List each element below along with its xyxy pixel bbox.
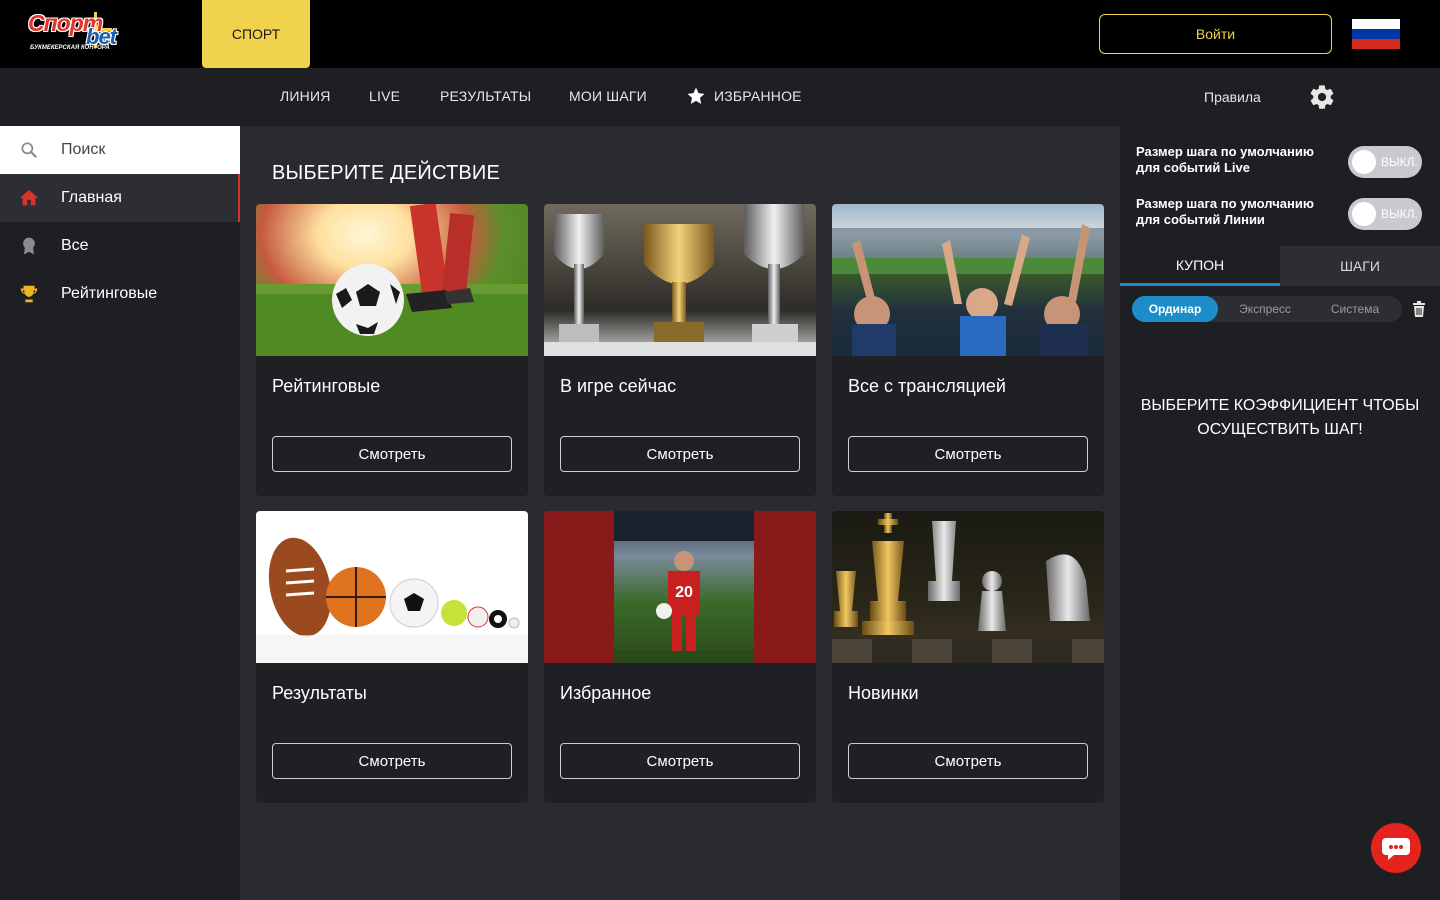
segment-express[interactable]: Экспресс: [1222, 296, 1308, 322]
trash-icon[interactable]: [1412, 300, 1426, 318]
card-new[interactable]: Новинки Смотреть: [832, 511, 1104, 803]
balls-scene-art: [256, 537, 528, 663]
slip-tabs: КУПОН ШАГИ: [1120, 246, 1440, 286]
tab-bets[interactable]: ШАГИ: [1280, 246, 1440, 286]
card-live-now[interactable]: В игре сейчас Смотреть: [544, 204, 816, 496]
trophies-image: [544, 204, 816, 356]
card-view-button[interactable]: Смотреть: [272, 436, 512, 472]
toggle-live-default-step[interactable]: ВЫКЛ.: [1348, 146, 1422, 178]
toggle-row-line: Размер шага по умолчанию для событий Лин…: [1136, 196, 1426, 236]
player-scene-art: 20: [544, 511, 816, 663]
toggle-state: ВЫКЛ.: [1381, 155, 1418, 169]
flag-stripe-blue: [1352, 29, 1400, 39]
soccer-scene-art: [256, 204, 528, 356]
stadium-scene-art: [832, 224, 1104, 356]
card-favorites[interactable]: 20 Избранное Смотреть: [544, 511, 816, 803]
card-title: Новинки: [848, 683, 919, 703]
card-title: Избранное: [560, 683, 652, 703]
gear-icon[interactable]: [1308, 83, 1336, 111]
stadium-fans-image: [832, 204, 1104, 356]
bet-slip-panel: Размер шага по умолчанию для событий Liv…: [1120, 126, 1440, 900]
sidebar-item-label: Главная: [61, 189, 122, 206]
home-icon: [18, 187, 40, 209]
page-title: ВЫБЕРИТЕ ДЕЙСТВИЕ: [272, 162, 501, 184]
card-title: Рейтинговые: [272, 376, 381, 396]
chess-scene-art: [832, 513, 1104, 663]
rules-link[interactable]: Правила: [1204, 89, 1261, 105]
toggle-knob: [1352, 150, 1376, 174]
star-icon: [687, 87, 705, 104]
badge-icon: [18, 235, 40, 257]
sport-balls-image: [256, 511, 528, 663]
sidebar-item-label: Все: [61, 237, 89, 254]
soccer-ball-image: [256, 204, 528, 356]
sidebar-item-all[interactable]: Все: [0, 222, 240, 270]
card-title: В игре сейчас: [560, 376, 677, 396]
card-view-button[interactable]: Смотреть: [560, 436, 800, 472]
sidebar-search[interactable]: Поиск: [0, 126, 240, 174]
segment-system[interactable]: Система: [1312, 296, 1398, 322]
toggle-label: Размер шага по умолчанию для событий Лин…: [1136, 196, 1314, 227]
nav-favorites-label: ИЗБРАННОЕ: [714, 88, 802, 104]
svg-text:20: 20: [675, 584, 693, 601]
football-player-image: 20: [544, 511, 816, 663]
nav-my-bets[interactable]: МОИ ШАГИ: [569, 88, 647, 104]
card-title: Все с трансляцией: [848, 376, 1006, 396]
card-view-button[interactable]: Смотреть: [848, 743, 1088, 779]
sidebar-item-rating[interactable]: Рейтинговые: [0, 270, 240, 318]
login-button[interactable]: Войти: [1099, 14, 1332, 54]
top-bar: Спорт bet БУКМЕКЕРСКАЯ КОНТОРА СПОРТ Вой…: [0, 0, 1440, 68]
chat-button[interactable]: [1371, 823, 1421, 873]
flag-stripe-red: [1352, 39, 1400, 49]
nav-favorites[interactable]: ИЗБРАННОЕ: [686, 86, 802, 106]
card-broadcast[interactable]: Все с трансляцией Смотреть: [832, 204, 1104, 496]
logo-subtitle: БУКМЕКЕРСКАЯ КОНТОРА: [30, 45, 110, 51]
nav-results[interactable]: РЕЗУЛЬТАТЫ: [440, 88, 531, 104]
tab-coupon[interactable]: КУПОН: [1120, 246, 1280, 286]
search-icon: [18, 139, 40, 161]
trophies-scene-art: [544, 204, 816, 356]
sidebar-item-label: Рейтинговые: [61, 285, 158, 302]
card-view-button[interactable]: Смотреть: [272, 743, 512, 779]
chat-bubble-icon: [1382, 838, 1410, 860]
empty-slip-message: ВЫБЕРИТЕ КОЭФФИЦИЕНТ ЧТОБЫ ОСУЩЕСТВИТЬ Ш…: [1140, 397, 1420, 438]
russia-flag-icon[interactable]: [1352, 19, 1400, 49]
toggle-row-live: Размер шага по умолчанию для событий Liv…: [1136, 144, 1426, 184]
toggle-label: Размер шага по умолчанию для событий Liv…: [1136, 144, 1314, 175]
trophy-icon: [18, 283, 40, 305]
flag-stripe-white: [1352, 19, 1400, 29]
logo[interactable]: Спорт bet БУКМЕКЕРСКАЯ КОНТОРА: [28, 10, 163, 58]
bet-type-segment: Ординар Экспресс Система: [1132, 296, 1402, 322]
toggle-knob: [1352, 202, 1376, 226]
sidebar: Поиск Главная Все Рейтинговые: [0, 126, 240, 900]
card-view-button[interactable]: Смотреть: [848, 436, 1088, 472]
segment-single[interactable]: Ординар: [1132, 296, 1218, 322]
toggle-state: ВЫКЛ.: [1381, 207, 1418, 221]
card-title: Результаты: [272, 683, 367, 703]
nav-line[interactable]: ЛИНИЯ: [280, 88, 331, 104]
nav-live[interactable]: LIVE: [369, 88, 400, 104]
card-view-button[interactable]: Смотреть: [560, 743, 800, 779]
main-content: ВЫБЕРИТЕ ДЕЙСТВИЕ Рейтинговые Смотреть В…: [240, 126, 1120, 900]
card-results[interactable]: Результаты Смотреть: [256, 511, 528, 803]
chess-image: [832, 511, 1104, 663]
sport-tab[interactable]: СПОРТ: [202, 0, 310, 68]
card-rating[interactable]: Рейтинговые Смотреть: [256, 204, 528, 496]
sidebar-item-home[interactable]: Главная: [0, 174, 240, 222]
sidebar-search-label: Поиск: [61, 141, 106, 158]
toggle-line-default-step[interactable]: ВЫКЛ.: [1348, 198, 1422, 230]
nav-bar: ЛИНИЯ LIVE РЕЗУЛЬТАТЫ МОИ ШАГИ ИЗБРАННОЕ…: [0, 68, 1440, 126]
